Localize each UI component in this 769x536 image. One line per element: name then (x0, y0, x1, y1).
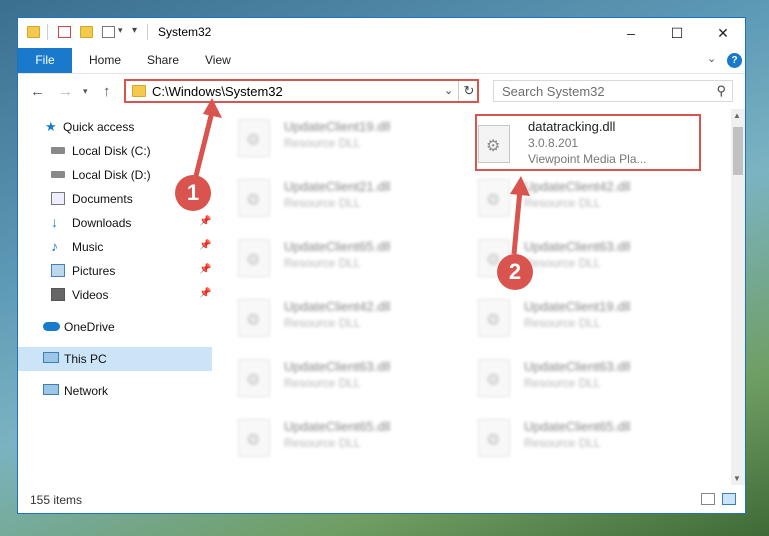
annotation-arrows (193, 98, 530, 255)
arrow-line-1 (193, 111, 215, 177)
arrow-line-2 (511, 189, 523, 255)
arrowhead-1 (203, 98, 222, 118)
callout-badge-2: 2 (497, 254, 533, 290)
arrowhead-2 (510, 176, 530, 196)
callout-badge-1: 1 (175, 175, 211, 211)
